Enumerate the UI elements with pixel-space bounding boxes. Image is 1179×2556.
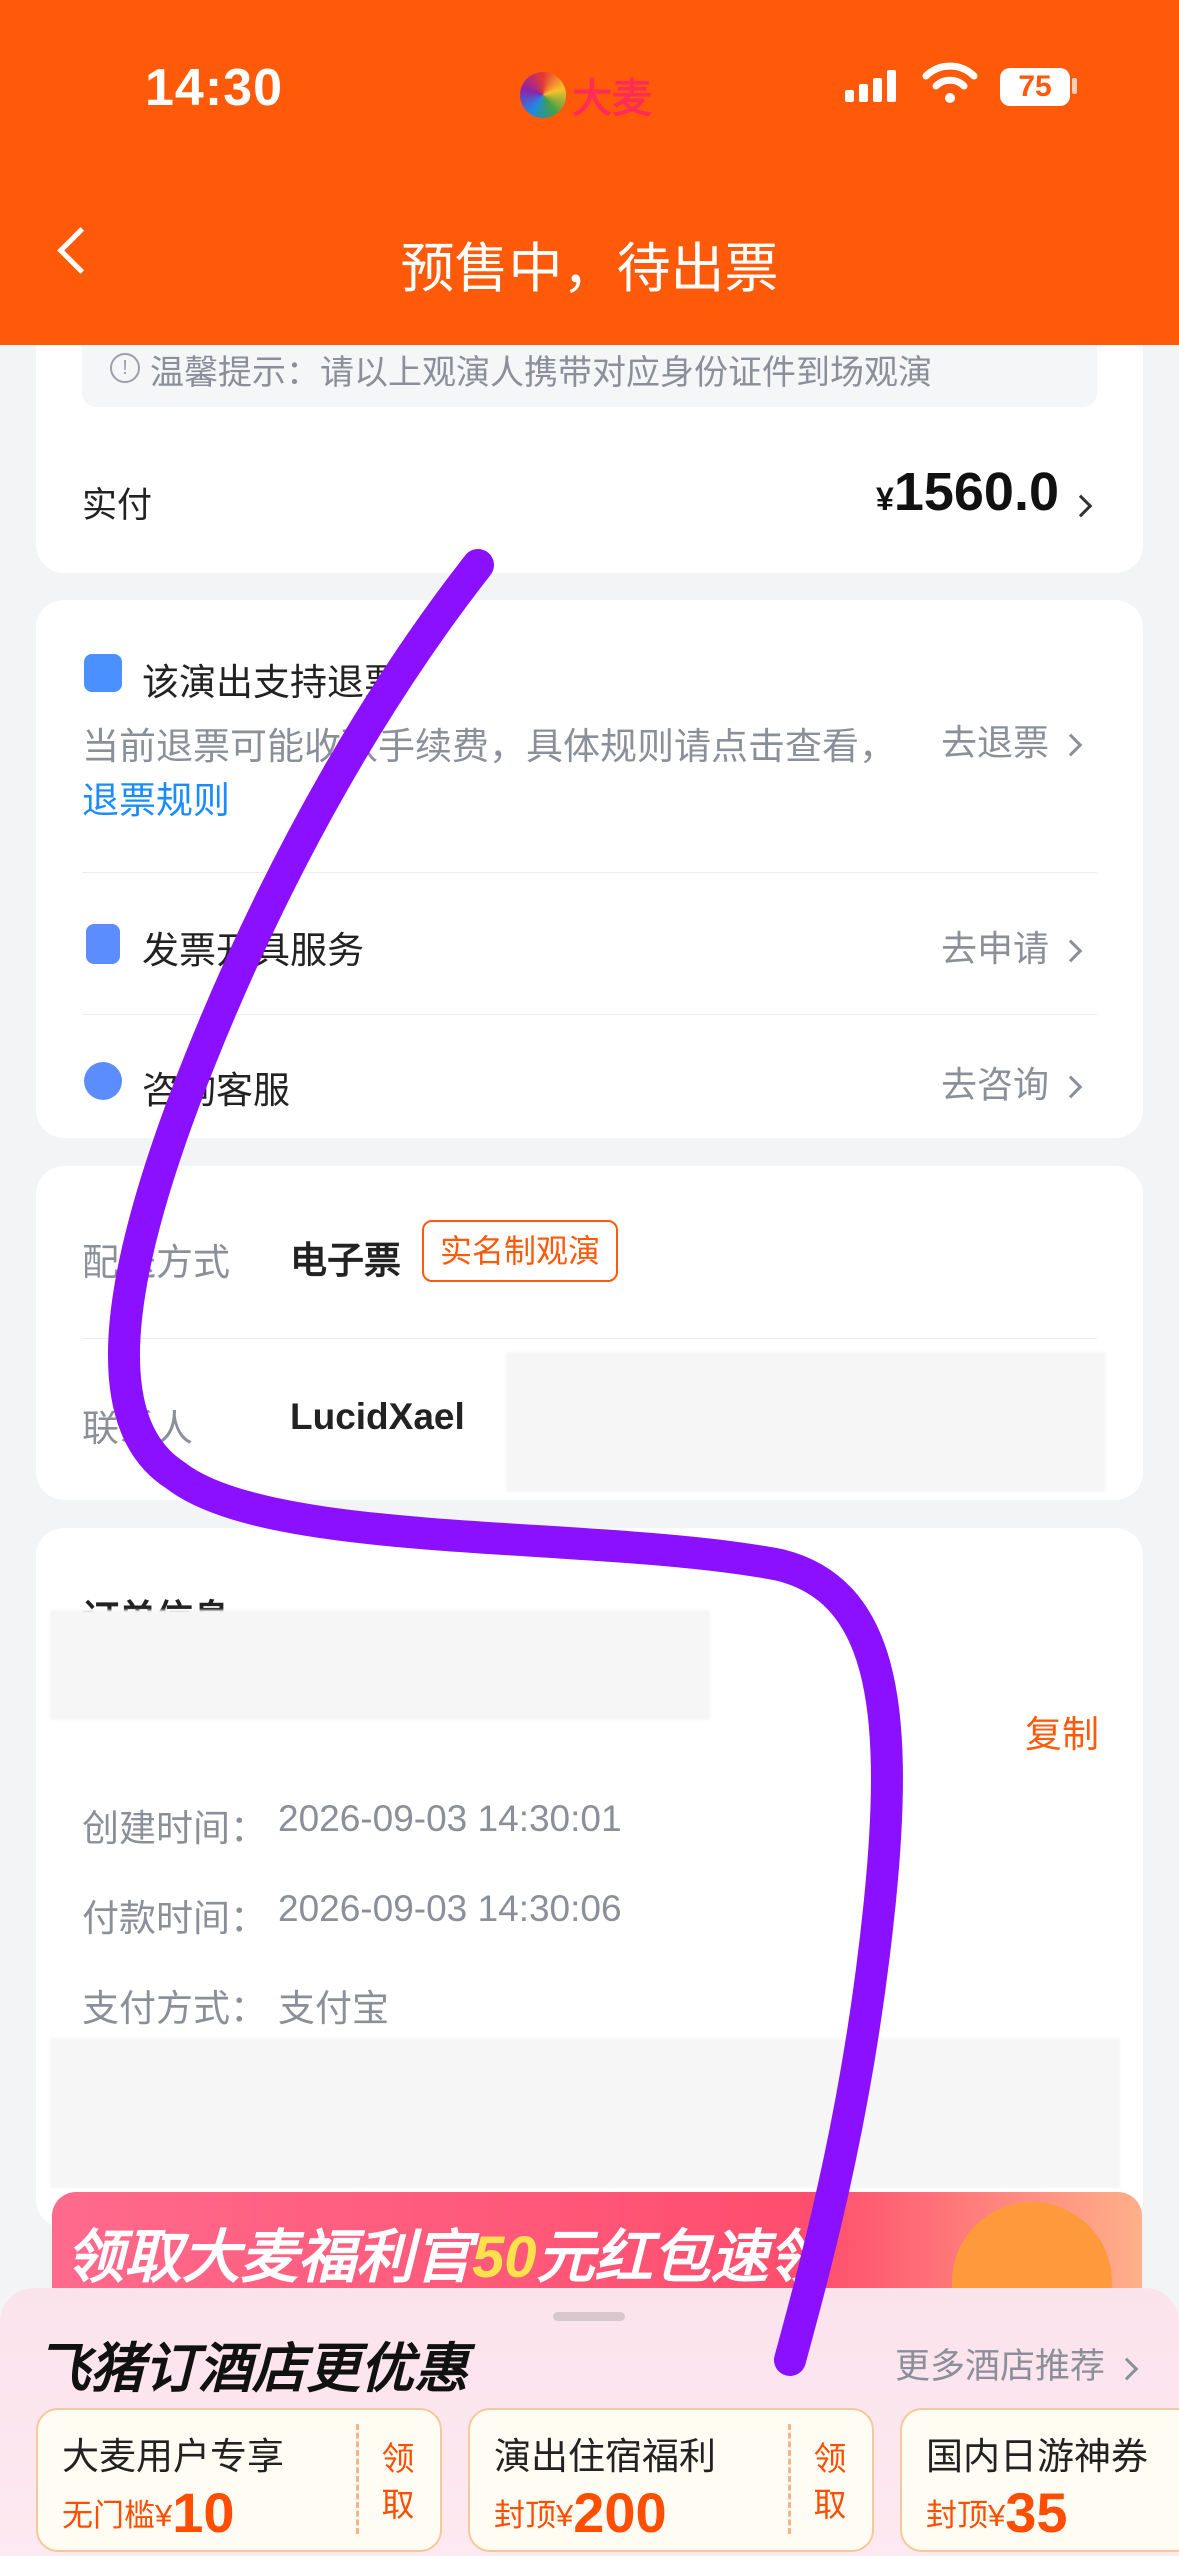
annotation-stroke (107, 549, 903, 2376)
